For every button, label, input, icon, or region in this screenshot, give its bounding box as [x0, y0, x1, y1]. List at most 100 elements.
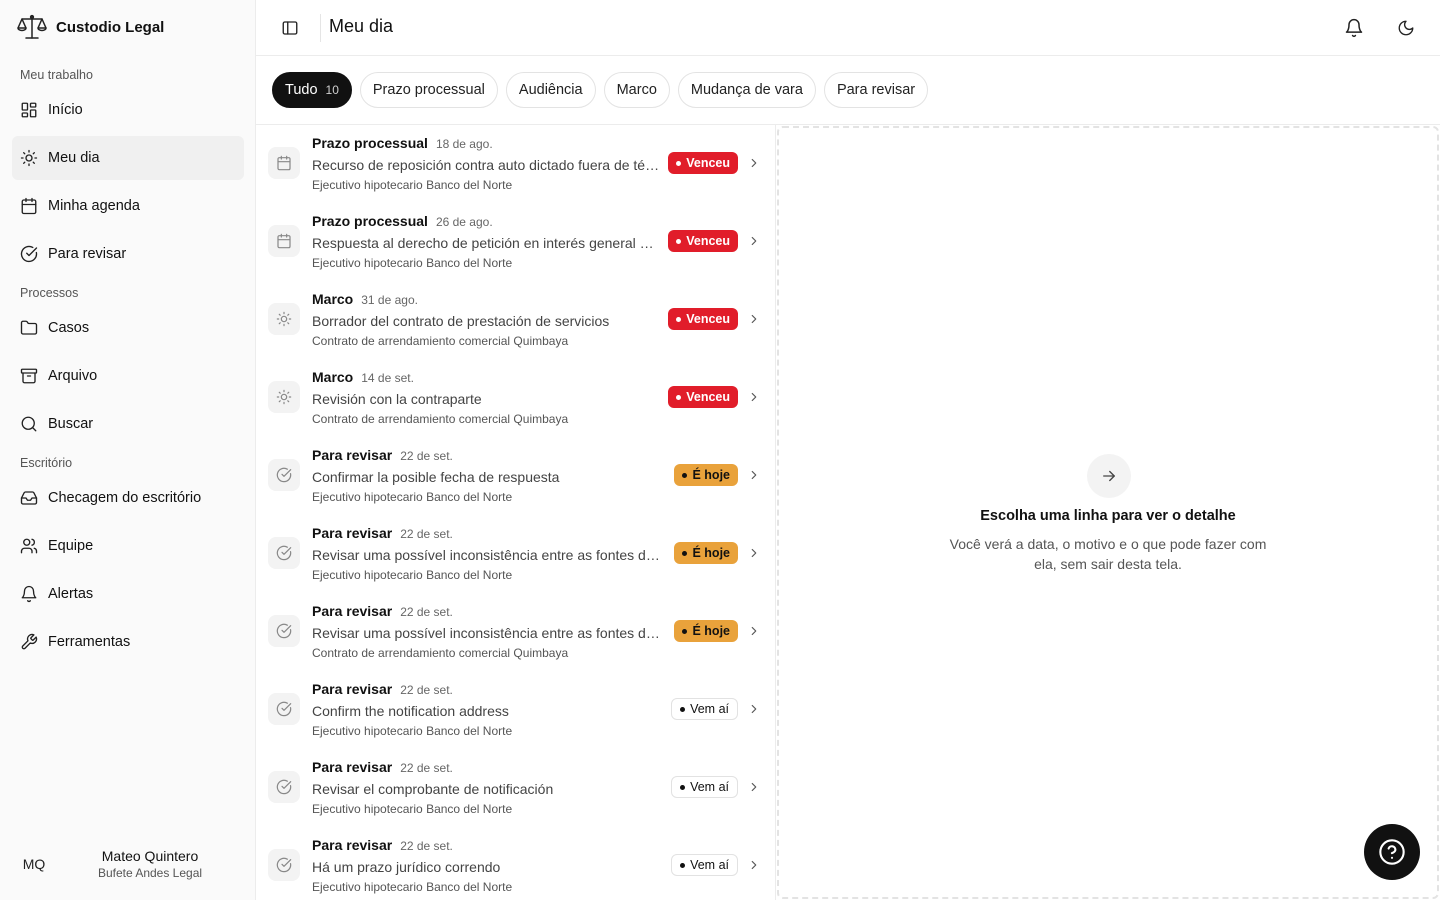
chevron-right-icon: [751, 158, 757, 168]
item-title: Há um prazo jurídico correndo: [312, 859, 501, 875]
item-type: Para revisar: [312, 603, 393, 619]
chevron-right-icon: [751, 626, 757, 636]
filter-chip-prazo-processual[interactable]: Prazo processual: [359, 72, 498, 108]
user-name: Mateo Quintero: [101, 848, 199, 864]
sidebar-item-equipe[interactable]: Equipe: [12, 524, 244, 568]
status-label: Vem aí: [690, 702, 729, 716]
filter-chip-label: Marco: [616, 82, 657, 98]
toggle-sidebar-button[interactable]: [278, 16, 302, 40]
item-date: 22 de set.: [400, 449, 453, 463]
item-case: Ejecutivo hipotecario Banco del Norte: [312, 724, 513, 738]
item-title: Confirmar la posible fecha de respuesta: [312, 469, 560, 485]
filter-chip-label: Audiência: [518, 82, 583, 98]
status-label: É hoje: [692, 546, 730, 560]
list-item[interactable]: Marco 31 de ago. Borrador del contrato de …: [256, 281, 775, 359]
check-circle-icon: [276, 467, 292, 483]
filter-chip-label: Mudança de vara: [690, 82, 803, 98]
notifications-button[interactable]: [1342, 16, 1366, 40]
divider: [320, 14, 321, 42]
item-case: Ejecutivo hipotecario Banco del Norte: [312, 568, 513, 582]
filter-chip-label: Para revisar: [836, 82, 916, 98]
list-item[interactable]: Para revisar 22 de set. Revisar uma possív…: [256, 515, 775, 593]
item-type: Para revisar: [312, 759, 393, 775]
chevron-right-icon: [751, 392, 757, 402]
item-case: Ejecutivo hipotecario Banco del Norte: [312, 880, 513, 894]
filter-chip-mudanca-de-vara[interactable]: Mudança de vara: [677, 72, 816, 108]
status-badge: Vem aí: [671, 854, 738, 876]
filter-chip-label: Prazo processual: [372, 82, 485, 98]
status-label: Venceu: [686, 156, 730, 170]
sidebar-item-casos[interactable]: Casos: [12, 306, 244, 350]
sidebar-item-inicio[interactable]: Início: [12, 88, 244, 132]
user-card[interactable]: MQ Mateo Quintero Bufete Andes Legal: [12, 844, 244, 884]
filter-chip-marco[interactable]: Marco: [603, 72, 670, 108]
brand[interactable]: Custodio Legal: [16, 13, 164, 41]
item-date: 22 de set.: [400, 839, 453, 853]
sidebar-item-label: Ferramentas: [48, 634, 131, 650]
sidebar-item-alertas[interactable]: Alertas: [12, 572, 244, 616]
status-badge: É hoje: [674, 464, 738, 486]
detail-title: Escolha uma linha para ver o detalhe: [980, 508, 1236, 524]
sidebar-item-meu-dia[interactable]: Meu dia: [12, 136, 244, 180]
status-badge: Venceu: [668, 230, 738, 252]
list-item[interactable]: Para revisar 22 de set. Confirmar la posib…: [256, 437, 775, 515]
nav-section-title: Processos: [20, 286, 79, 300]
help-button[interactable]: [1364, 824, 1420, 880]
status-dot: [682, 472, 688, 478]
check-circle-icon: [276, 779, 292, 795]
sidebar-item-checagem-do-escritorio[interactable]: Checagem do escritório: [12, 476, 244, 520]
item-case: Ejecutivo hipotecario Banco del Norte: [312, 802, 513, 816]
sun-icon: [276, 389, 292, 405]
scales-logo-icon: [17, 14, 47, 39]
filter-chip-para-revisar[interactable]: Para revisar: [823, 72, 929, 108]
wrench-icon: [21, 633, 38, 650]
list-item[interactable]: Marco 14 de set. Revisión con la contrapar…: [256, 359, 775, 437]
sidebar-item-ferramentas[interactable]: Ferramentas: [12, 620, 244, 664]
bell-icon: [1345, 18, 1363, 38]
nav-section-title: Escritório: [20, 456, 73, 470]
check-circle-icon: [276, 857, 292, 873]
list-item[interactable]: Prazo processual 26 de ago. Respuesta al d…: [256, 203, 775, 281]
sidebar-item-arquivo[interactable]: Arquivo: [12, 354, 244, 398]
sidebar-item-label: Minha agenda: [48, 198, 140, 214]
item-type: Prazo processual: [312, 135, 428, 151]
item-case: Ejecutivo hipotecario Banco del Norte: [312, 256, 513, 270]
calendar-icon: [277, 233, 291, 249]
list-item[interactable]: Para revisar 22 de set. Revisar uma possív…: [256, 593, 775, 671]
sidebar-item-para-revisar[interactable]: Para revisar: [12, 232, 244, 276]
sidebar-item-label: Buscar: [48, 416, 94, 432]
filter-chip-tudo[interactable]: Tudo 10: [272, 72, 352, 108]
status-dot: [680, 784, 686, 790]
check-circle-icon: [276, 545, 292, 561]
status-dot: [676, 394, 682, 400]
list-item[interactable]: Para revisar 22 de set. Revisar el comprob…: [256, 749, 775, 827]
sidebar-item-buscar[interactable]: Buscar: [12, 402, 244, 446]
chevron-right-icon: [751, 782, 757, 792]
item-type: Marco: [312, 291, 354, 307]
sidebar-item-label: Casos: [48, 320, 90, 336]
list-item[interactable]: Prazo processual 18 de ago. Recurso de rep…: [256, 125, 775, 203]
item-title: Revisar uma possível inconsistência entr…: [312, 625, 660, 641]
status-badge: Venceu: [668, 386, 738, 408]
list-item[interactable]: Para revisar 22 de set. Confirm the notifi…: [256, 671, 775, 749]
detail-panel: Escolha uma linha para ver o detalhe Voc…: [777, 126, 1439, 899]
sidebar-item-label: Equipe: [48, 538, 94, 554]
status-badge: Vem aí: [671, 776, 738, 798]
item-type-icon-badge: [268, 849, 300, 881]
chevron-right-icon: [751, 314, 757, 324]
status-dot: [680, 706, 686, 712]
sidebar-item-label: Início: [48, 102, 83, 118]
item-title: Revisión con la contraparte: [312, 391, 482, 407]
item-date: 22 de set.: [400, 527, 453, 541]
filter-chip-audiencia[interactable]: Audiência: [505, 72, 596, 108]
filter-chip-label: Tudo: [285, 82, 318, 98]
theme-toggle-button[interactable]: [1394, 16, 1418, 40]
sidebar-item-minha-agenda[interactable]: Minha agenda: [12, 184, 244, 228]
sidebar-item-label: Para revisar: [48, 246, 127, 262]
status-label: É hoje: [692, 468, 730, 482]
filter-chips: Tudo 10 Prazo processual Audiência Marco Muda…: [272, 72, 929, 108]
list-item[interactable]: Para revisar 22 de set. Há um prazo jurídi…: [256, 827, 775, 900]
item-type-icon-badge: [268, 225, 300, 257]
item-type-icon-badge: [268, 537, 300, 569]
status-dot: [680, 862, 686, 868]
